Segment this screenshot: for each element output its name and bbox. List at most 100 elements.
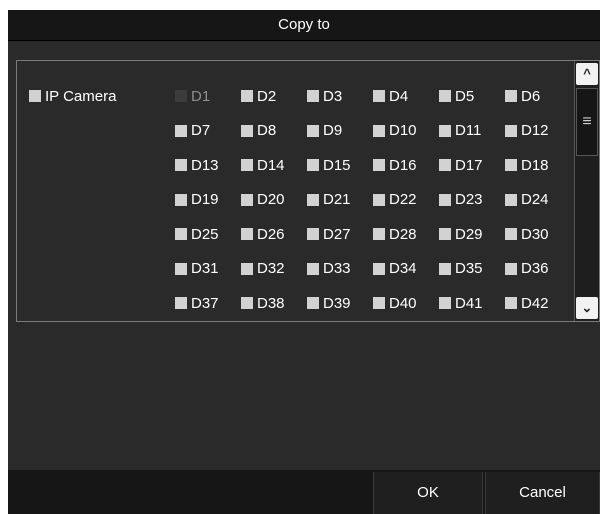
channel-checkbox-item[interactable]: D11 xyxy=(439,122,503,140)
channel-checkbox-item[interactable]: D23 xyxy=(439,191,503,209)
channel-checkbox[interactable] xyxy=(373,193,385,206)
cancel-button[interactable]: Cancel xyxy=(485,472,600,514)
channel-checkbox[interactable] xyxy=(439,297,451,309)
channel-checkbox[interactable] xyxy=(505,262,517,275)
channel-checkbox-item[interactable]: D37 xyxy=(175,294,239,312)
channel-checkbox-item[interactable]: D27 xyxy=(307,225,371,243)
channel-checkbox-item[interactable]: D28 xyxy=(373,225,437,243)
channel-checkbox[interactable] xyxy=(505,124,517,137)
channel-checkbox[interactable] xyxy=(307,159,319,171)
channel-checkbox[interactable] xyxy=(241,228,253,240)
channel-checkbox[interactable] xyxy=(175,228,187,240)
channel-checkbox-item[interactable]: D40 xyxy=(373,294,437,312)
channel-checkbox-item[interactable]: D18 xyxy=(505,156,569,174)
channel-label: D6 xyxy=(521,87,541,105)
channel-label: D2 xyxy=(257,87,277,105)
channel-checkbox[interactable] xyxy=(439,228,451,240)
channel-checkbox-item[interactable]: D7 xyxy=(175,122,239,140)
channel-checkbox[interactable] xyxy=(373,159,385,171)
channel-checkbox-item[interactable]: D31 xyxy=(175,260,239,278)
channel-checkbox[interactable] xyxy=(505,228,517,240)
channel-checkbox-item[interactable]: D10 xyxy=(373,122,437,140)
channel-checkbox-item[interactable]: D2 xyxy=(241,87,305,105)
channel-label: D32 xyxy=(257,260,285,277)
channel-checkbox[interactable] xyxy=(241,262,253,275)
channel-checkbox[interactable] xyxy=(175,297,187,309)
channel-checkbox[interactable] xyxy=(505,90,517,102)
channel-checkbox-item[interactable]: D12 xyxy=(505,122,569,140)
channel-checkbox-item[interactable]: D22 xyxy=(373,191,437,209)
channel-checkbox-item[interactable]: D8 xyxy=(241,122,305,140)
channel-checkbox-item[interactable]: D5 xyxy=(439,87,503,105)
channel-checkbox-item[interactable]: D21 xyxy=(307,191,371,209)
channel-checkbox[interactable] xyxy=(307,228,319,240)
channel-checkbox-item[interactable]: D35 xyxy=(439,260,503,278)
channel-checkbox-item[interactable]: D25 xyxy=(175,225,239,243)
channel-checkbox[interactable] xyxy=(307,193,319,206)
channel-checkbox-item[interactable]: D9 xyxy=(307,122,371,140)
channel-checkbox[interactable] xyxy=(373,124,385,137)
channel-checkbox-item[interactable]: D26 xyxy=(241,225,305,243)
channel-checkbox xyxy=(175,90,187,102)
ip-camera-checkbox[interactable] xyxy=(29,90,41,102)
channel-checkbox[interactable] xyxy=(307,262,319,275)
channel-checkbox[interactable] xyxy=(373,262,385,275)
channel-checkbox[interactable] xyxy=(307,90,319,102)
ip-camera-label: IP Camera xyxy=(45,87,117,105)
channel-label: D14 xyxy=(257,156,285,174)
channel-checkbox[interactable] xyxy=(505,297,517,309)
channel-checkbox[interactable] xyxy=(175,124,187,137)
channel-checkbox[interactable] xyxy=(439,262,451,275)
chevron-up-icon[interactable]: ^ xyxy=(576,63,598,85)
channel-checkbox-item[interactable]: D32 xyxy=(241,260,305,278)
channel-checkbox[interactable] xyxy=(175,159,187,171)
channel-checkbox-item[interactable]: D38 xyxy=(241,294,305,312)
channel-checkbox-item[interactable]: D14 xyxy=(241,156,305,174)
channel-checkbox-item[interactable]: D3 xyxy=(307,87,371,105)
channel-checkbox[interactable] xyxy=(373,90,385,102)
channel-checkbox[interactable] xyxy=(439,90,451,102)
channel-label: D9 xyxy=(323,122,343,139)
channel-checkbox-item[interactable]: D34 xyxy=(373,260,437,278)
channel-label: D31 xyxy=(191,260,219,277)
channel-checkbox-item[interactable]: D20 xyxy=(241,191,305,209)
channel-checkbox-item[interactable]: D13 xyxy=(175,156,239,174)
channel-checkbox[interactable] xyxy=(241,193,253,206)
channel-checkbox[interactable] xyxy=(241,297,253,309)
channel-checkbox-item[interactable]: D30 xyxy=(505,225,569,243)
channel-checkbox[interactable] xyxy=(439,193,451,206)
channel-checkbox[interactable] xyxy=(439,124,451,137)
channel-checkbox[interactable] xyxy=(373,228,385,240)
channel-checkbox[interactable] xyxy=(241,159,253,171)
channel-checkbox-item[interactable]: D6 xyxy=(505,87,569,105)
channel-checkbox-item[interactable]: D15 xyxy=(307,156,371,174)
channel-label: D4 xyxy=(389,87,409,105)
channel-checkbox-item[interactable]: D42 xyxy=(505,294,569,312)
channel-checkbox[interactable] xyxy=(241,90,253,102)
channel-checkbox[interactable] xyxy=(241,124,253,137)
channel-checkbox[interactable] xyxy=(439,159,451,171)
channel-checkbox[interactable] xyxy=(505,193,517,206)
channel-checkbox[interactable] xyxy=(373,297,385,309)
channel-label: D17 xyxy=(455,156,483,174)
ip-camera-select-all[interactable]: IP Camera xyxy=(29,87,116,105)
channel-checkbox[interactable] xyxy=(307,297,319,309)
channel-checkbox[interactable] xyxy=(175,262,187,275)
ok-button[interactable]: OK xyxy=(373,472,483,514)
channel-checkbox-item[interactable]: D41 xyxy=(439,294,503,312)
channel-checkbox[interactable] xyxy=(505,159,517,171)
scrollbar[interactable]: ^ ≡ ⌄ xyxy=(574,61,599,321)
channel-checkbox[interactable] xyxy=(175,193,187,206)
channel-checkbox-item[interactable]: D19 xyxy=(175,191,239,209)
channel-checkbox-item[interactable]: D39 xyxy=(307,294,371,312)
channel-checkbox-item[interactable]: D24 xyxy=(505,191,569,209)
channel-checkbox-item[interactable]: D29 xyxy=(439,225,503,243)
channel-checkbox-item[interactable]: D17 xyxy=(439,156,503,174)
scrollbar-thumb[interactable]: ≡ xyxy=(576,88,598,156)
channel-checkbox-item[interactable]: D36 xyxy=(505,260,569,278)
channel-checkbox[interactable] xyxy=(307,124,319,137)
channel-checkbox-item[interactable]: D33 xyxy=(307,260,371,278)
channel-checkbox-item[interactable]: D4 xyxy=(373,87,437,105)
channel-checkbox-item[interactable]: D16 xyxy=(373,156,437,174)
chevron-down-icon[interactable]: ⌄ xyxy=(576,297,598,319)
